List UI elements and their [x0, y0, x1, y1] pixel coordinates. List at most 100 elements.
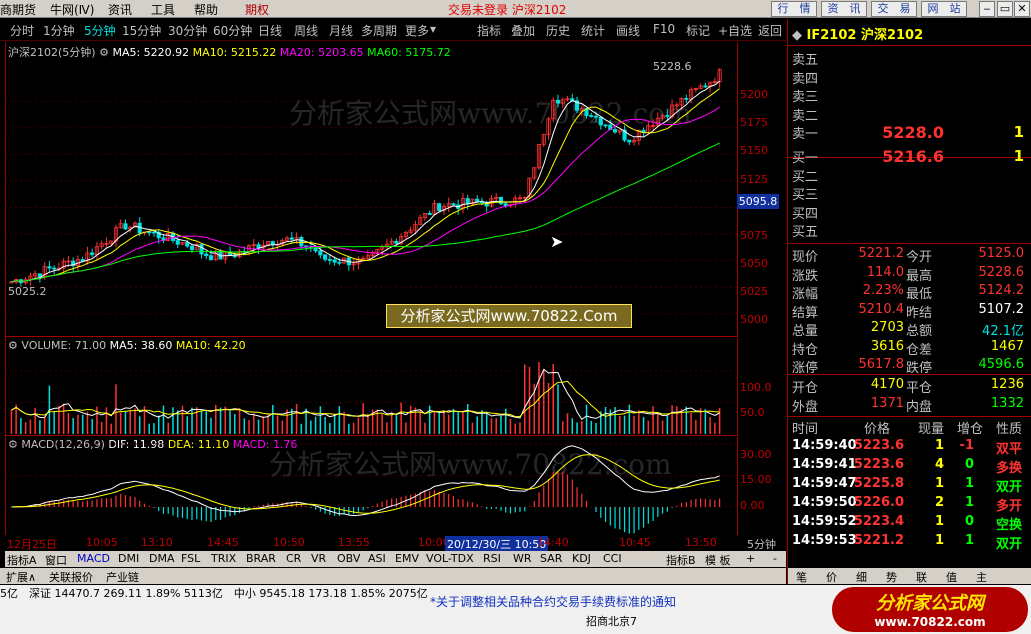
- menu-item-network[interactable]: 牛网(Ⅳ): [50, 1, 94, 18]
- ask-level-label: 卖五: [792, 53, 819, 68]
- period-multi[interactable]: 多周期: [361, 22, 397, 39]
- period-5min[interactable]: 5分钟: [84, 22, 116, 39]
- collapse-icon[interactable]: ◆: [792, 28, 802, 43]
- toolbar-f10[interactable]: F10: [653, 22, 675, 36]
- mouse-cursor-icon: ➤: [550, 232, 564, 251]
- tab-industry-chain[interactable]: 产业链: [106, 569, 139, 585]
- stat-label: 总量: [792, 324, 819, 339]
- period-weekly[interactable]: 周线: [294, 22, 318, 39]
- tab-window[interactable]: 窗口: [45, 552, 67, 568]
- trade-type: 多换: [996, 461, 1023, 476]
- stat-label: 内盘: [906, 399, 933, 415]
- stat-value: 5125.0: [978, 246, 1025, 261]
- period-daily[interactable]: 日线: [258, 22, 282, 39]
- tab-sar[interactable]: SAR: [540, 552, 562, 565]
- period-15min[interactable]: 15分钟: [122, 22, 161, 39]
- news-headline[interactable]: *关于调整相关品种合约交易手续费标准的通知: [430, 593, 676, 610]
- menu-item-tools[interactable]: 工具: [151, 1, 175, 18]
- macd-chart[interactable]: 分析家公式网www.70822.com ⚙ MACD(12,26,9) DIF:…: [5, 437, 738, 535]
- news-button[interactable]: 资 讯: [821, 1, 867, 17]
- period-timeshare[interactable]: 分时: [10, 22, 34, 39]
- tab-asi[interactable]: ASI: [368, 552, 386, 565]
- menu-item-futures[interactable]: 商期货: [0, 1, 36, 18]
- tab-obv[interactable]: OBV: [337, 552, 360, 565]
- quote-tab[interactable]: 值: [946, 569, 957, 585]
- tab-fsl[interactable]: FSL: [181, 552, 200, 565]
- add-window-button[interactable]: +: [746, 552, 755, 565]
- tab-vr[interactable]: VR: [311, 552, 326, 565]
- tab-vol-tdx[interactable]: VOL-TDX: [426, 552, 474, 565]
- remove-window-button[interactable]: -: [773, 552, 777, 565]
- candle-body: [703, 85, 708, 88]
- minimize-icon[interactable]: ‒: [979, 1, 995, 17]
- tab-kdj[interactable]: KDJ: [572, 552, 591, 565]
- period-toolbar: 分时 1分钟 5分钟 15分钟 30分钟 60分钟 日线 周线 月线 多周期 更…: [0, 19, 786, 41]
- time-label: 13:50: [685, 536, 717, 549]
- trade-oi-change: 0: [964, 514, 974, 529]
- quote-tab[interactable]: 势: [886, 569, 897, 585]
- tab-cci[interactable]: CCI: [603, 552, 622, 565]
- tab-indicator-a[interactable]: 指标A: [7, 552, 37, 568]
- period-60min[interactable]: 60分钟: [213, 22, 252, 39]
- tab-cr[interactable]: CR: [286, 552, 301, 565]
- quote-tab[interactable]: 联: [916, 569, 927, 585]
- menu-item-news[interactable]: 资讯: [108, 1, 132, 18]
- close-icon[interactable]: ✕: [1014, 1, 1030, 17]
- toolbar-history[interactable]: 历史: [546, 22, 570, 39]
- tab-template[interactable]: 模 板: [705, 552, 731, 568]
- quote-tab[interactable]: 笔: [796, 569, 807, 585]
- tab-brar[interactable]: BRAR: [246, 552, 276, 565]
- website-button[interactable]: 网 站: [921, 1, 967, 17]
- candle-body: [289, 237, 294, 240]
- period-30min[interactable]: 30分钟: [168, 22, 207, 39]
- candle-body: [185, 242, 190, 247]
- menu-item-help[interactable]: 帮助: [194, 1, 218, 18]
- tab-trix[interactable]: TRIX: [211, 552, 236, 565]
- quote-tab[interactable]: 主: [976, 569, 987, 585]
- price-chart[interactable]: 分析家公式网www.70822.com 沪深2102(5分钟) ⚙ MA5: 5…: [5, 42, 738, 337]
- tab-rsi[interactable]: RSI: [483, 552, 501, 565]
- tab-related-quotes[interactable]: 关联报价: [49, 569, 93, 585]
- period-monthly[interactable]: 月线: [329, 22, 353, 39]
- menu-item-options[interactable]: 期权: [245, 1, 269, 18]
- toolbar-indicator[interactable]: 指标: [477, 22, 501, 39]
- restore-icon[interactable]: ▭: [997, 1, 1013, 17]
- stat-value: 4596.6: [978, 357, 1025, 372]
- toolbar-back[interactable]: 返回: [758, 22, 782, 39]
- market-button[interactable]: 行 情: [771, 1, 817, 17]
- volume-chart[interactable]: ⚙ VOLUME: 71.00 MA5: 38.60 MA10: 42.20: [5, 338, 738, 436]
- tab-wr[interactable]: WR: [513, 552, 532, 565]
- toolbar-mark[interactable]: 标记: [686, 22, 710, 39]
- stat-label: 最低: [906, 287, 933, 302]
- toolbar-overlay[interactable]: 叠加: [511, 22, 535, 39]
- candle-body: [313, 247, 318, 252]
- candle-body: [151, 231, 157, 234]
- candle-body: [627, 139, 632, 143]
- trade-type: 双开: [996, 480, 1023, 495]
- tab-indicator-b[interactable]: 指标B: [666, 552, 696, 568]
- tab-dmi[interactable]: DMI: [118, 552, 139, 565]
- toolbar-stats[interactable]: 统计: [581, 22, 605, 39]
- period-1min[interactable]: 1分钟: [43, 22, 75, 39]
- more-arrow-icon[interactable]: ▾: [430, 22, 436, 36]
- tab-macd[interactable]: MACD: [77, 552, 110, 565]
- toolbar-add-favorite[interactable]: +自选: [718, 22, 752, 39]
- tab-dma[interactable]: DMA: [149, 552, 175, 565]
- toolbar-draw[interactable]: 画线: [616, 22, 640, 39]
- candle-body: [175, 240, 180, 245]
- candle-body: [270, 241, 275, 245]
- quote-tab[interactable]: 价: [826, 569, 837, 585]
- trade-price: 5223.6: [853, 438, 904, 453]
- trade-button[interactable]: 交 易: [871, 1, 917, 17]
- tab-extend[interactable]: 扩展∧: [6, 569, 36, 585]
- bid-level-label: 买三: [792, 188, 819, 203]
- ask-volume: 1: [1013, 123, 1024, 141]
- quote-tab[interactable]: 细: [856, 569, 867, 585]
- candle-body: [147, 231, 152, 234]
- logo-title: 分析家公式网: [876, 593, 984, 614]
- trade-header-type: 性质: [996, 422, 1023, 437]
- stat-label: 持仓: [792, 342, 819, 358]
- period-more[interactable]: 更多: [405, 22, 429, 39]
- tab-emv[interactable]: EMV: [395, 552, 419, 565]
- dif-line: [11, 445, 720, 517]
